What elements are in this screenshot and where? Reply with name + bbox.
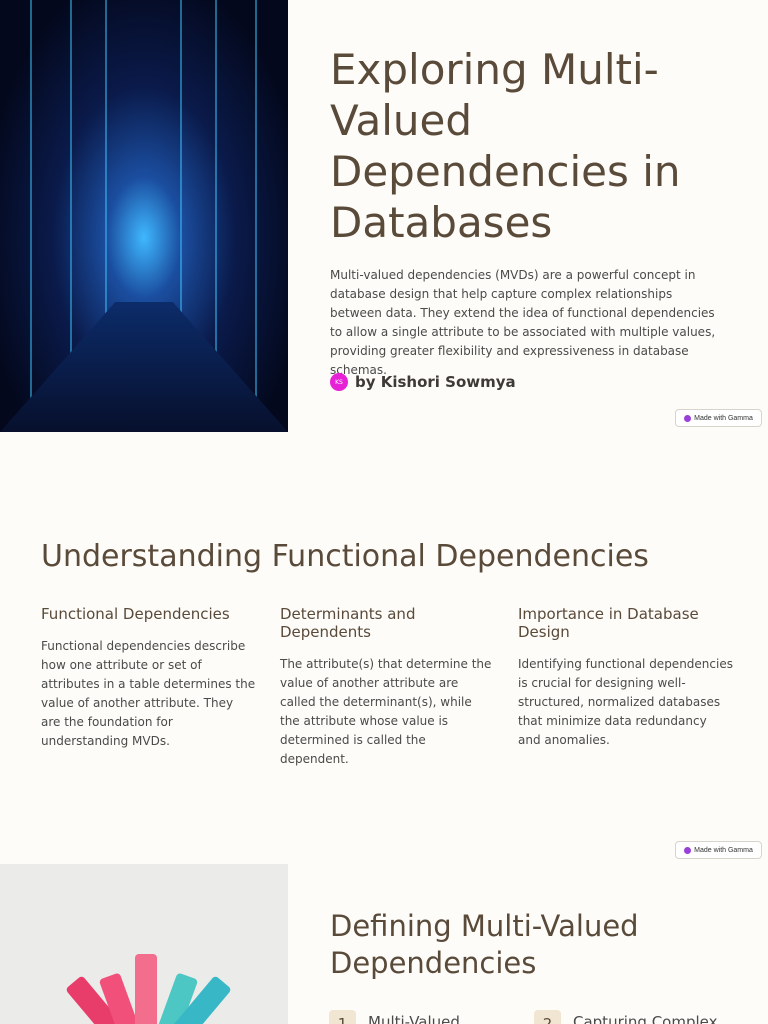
gamma-logo-icon (684, 414, 692, 422)
functional-dependencies-slide: Understanding Functional Dependencies Fu… (0, 432, 768, 864)
badge-label: Made with Gamma (694, 846, 753, 854)
intro-text: Multi-valued dependencies (MVDs) are a p… (330, 268, 716, 377)
author: KS by Kishori Sowmya (330, 373, 516, 391)
title-slide: Exploring Multi-Valued Dependencies in D… (0, 0, 768, 432)
mvd-definition-slide: Defining Multi-Valued Dependencies 1 Mul… (0, 864, 768, 1024)
made-with-gamma-badge[interactable]: Made with Gamma (675, 841, 762, 859)
column-functional-dependencies: Functional Dependencies Functional depen… (41, 605, 256, 751)
column-importance: Importance in Database Design Identifyin… (518, 605, 733, 750)
infographic-image (0, 864, 288, 1024)
section-title: Defining Multi-Valued Dependencies (330, 909, 639, 980)
step-label: Multi-Valued (368, 1013, 460, 1024)
column-body: The attribute(s) that determine the valu… (280, 657, 492, 766)
data-center-image (0, 0, 288, 432)
column-heading: Determinants and Dependents (280, 605, 416, 641)
step-number: 1 (329, 1010, 356, 1024)
column-determinants: Determinants and Dependents The attribut… (280, 605, 495, 769)
step-label: Capturing Complex (573, 1013, 718, 1024)
badge-label: Made with Gamma (694, 414, 753, 422)
step-1: 1 Multi-Valued (329, 1010, 460, 1024)
step-number: 2 (534, 1010, 561, 1024)
section-title: Understanding Functional Dependencies (41, 539, 649, 574)
avatar: KS (330, 373, 348, 391)
gamma-logo-icon (684, 846, 692, 854)
made-with-gamma-badge[interactable]: Made with Gamma (675, 409, 762, 427)
page-title: Exploring Multi-Valued Dependencies in D… (330, 45, 681, 247)
author-name: by Kishori Sowmya (355, 373, 516, 391)
step-2: 2 Capturing Complex (534, 1010, 718, 1024)
column-heading: Importance in Database Design (518, 605, 699, 641)
column-heading: Functional Dependencies (41, 605, 230, 623)
column-body: Functional dependencies describe how one… (41, 639, 256, 748)
column-body: Identifying functional dependencies is c… (518, 657, 733, 747)
